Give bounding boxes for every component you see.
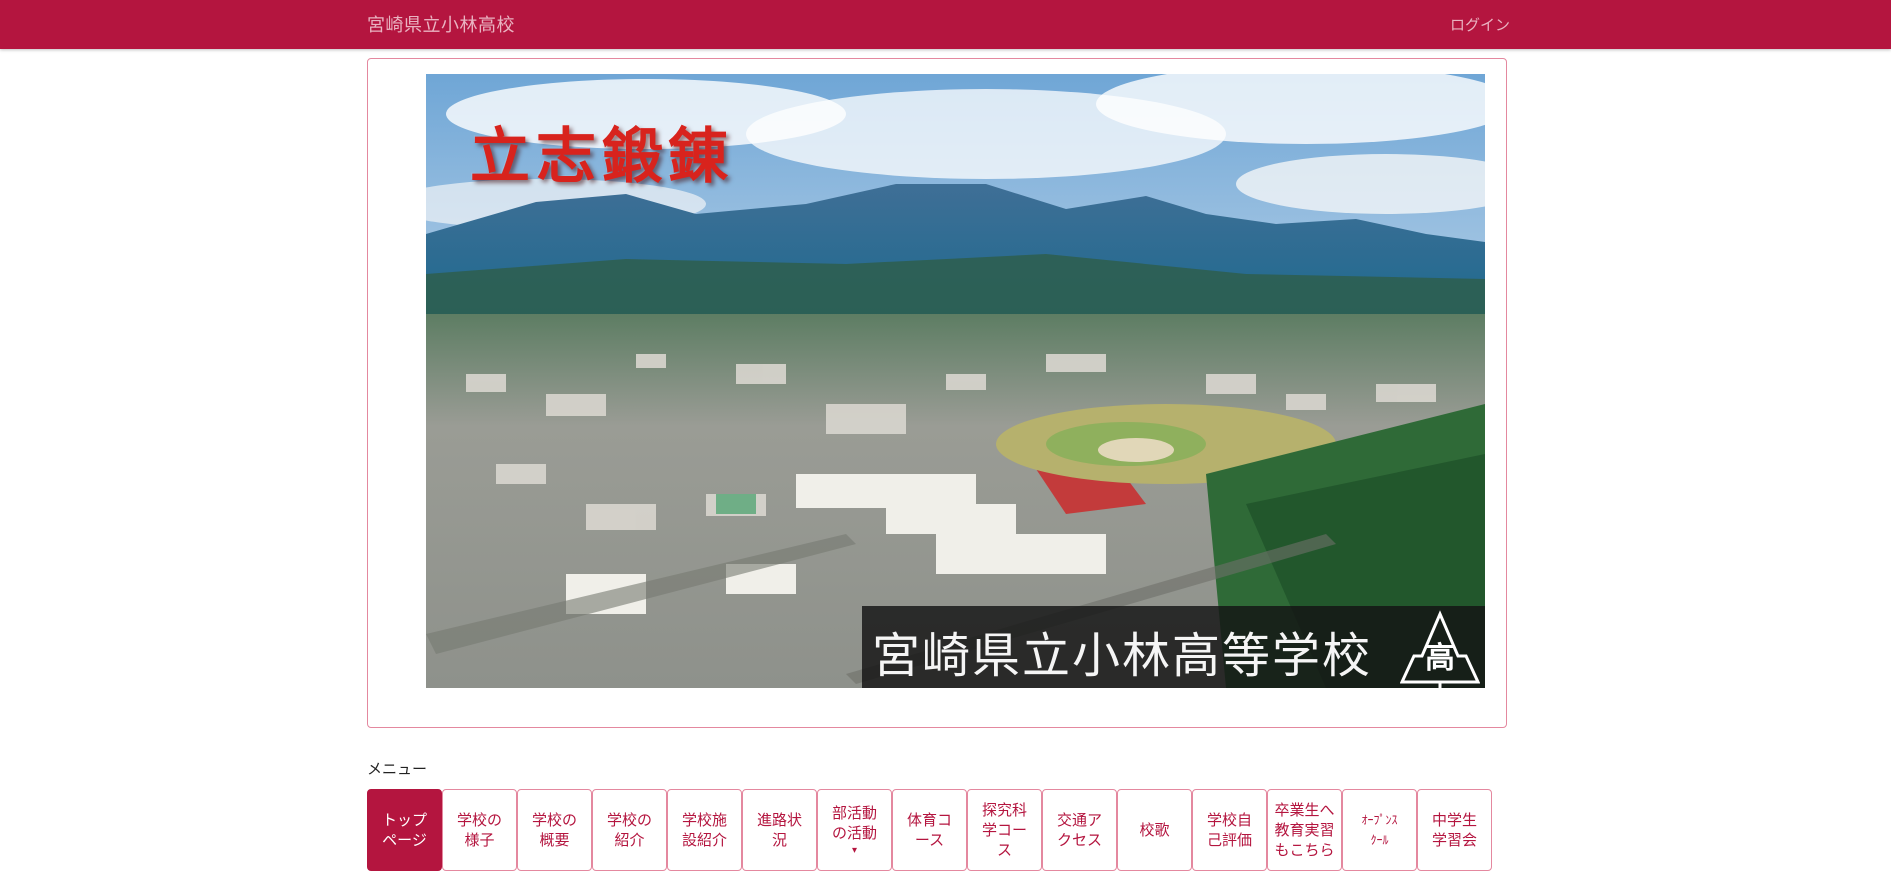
campus-aerial-photo: 立志鍛錬 宮崎県立小林高等学校 高: [426, 74, 1485, 688]
menu-item-label: 交通ア クセス: [1056, 811, 1102, 849]
menu-item-label: 学校の 概要: [531, 811, 577, 849]
school-name-text: 宮崎県立小林高等学校: [872, 628, 1373, 684]
dropdown-caret-icon: ▾: [851, 845, 858, 856]
top-navbar: 宮崎県立小林高校 ログイン: [0, 0, 1891, 49]
menu-item-1[interactable]: 学校の 様子: [442, 789, 517, 871]
school-emblem-icon: 高: [1400, 608, 1480, 688]
menu-item-label: 部活動 の活動: [831, 804, 877, 842]
menu-item-6[interactable]: 部活動 の活動 ▾: [817, 789, 892, 871]
menu-item-14[interactable]: 中学生 学習会: [1417, 789, 1492, 871]
login-link[interactable]: ログイン: [1450, 14, 1510, 35]
menu-item-label: トップ ページ: [381, 811, 427, 849]
menu-item-label: 探究科 学コー ス: [981, 801, 1027, 859]
menu-item-2[interactable]: 学校の 概要: [517, 789, 592, 871]
menu-item-label: 校歌: [1139, 821, 1170, 839]
menu-heading: メニュー: [367, 760, 428, 778]
menu-item-label: 学校施 設紹介: [681, 811, 727, 849]
menu-item-5[interactable]: 進路状 況: [742, 789, 817, 871]
menu-item-label: 進路状 況: [756, 811, 802, 849]
menu-item-10[interactable]: 校歌: [1117, 789, 1192, 871]
menu-item-8[interactable]: 探究科 学コー ス: [967, 789, 1042, 871]
main-menu: トップ ページ 学校の 様子 学校の 概要 学校の 紹介 学校施 設紹介 進路状 況部活動…: [367, 789, 1492, 871]
menu-item-label: 中学生 学習会: [1431, 811, 1477, 849]
emblem-glyph: 高: [1425, 641, 1455, 676]
school-name-plate: 宮崎県立小林高等学校 高: [862, 606, 1485, 688]
menu-item-7[interactable]: 体育コ ース: [892, 789, 967, 871]
menu-item-9[interactable]: 交通ア クセス: [1042, 789, 1117, 871]
menu-item-3[interactable]: 学校の 紹介: [592, 789, 667, 871]
banner-frame: 立志鍛錬 宮崎県立小林高等学校 高: [367, 58, 1507, 728]
menu-item-label: 体育コ ース: [906, 811, 952, 849]
menu-item-13[interactable]: ｵｰﾌﾟﾝｽ ｸｰﾙ: [1342, 789, 1417, 871]
menu-item-4[interactable]: 学校施 設紹介: [667, 789, 742, 871]
menu-item-label: ｵｰﾌﾟﾝｽ ｸｰﾙ: [1361, 813, 1398, 847]
site-title-link[interactable]: 宮崎県立小林高校: [367, 11, 515, 37]
menu-item-label: 学校の 紹介: [606, 811, 652, 849]
menu-item-12[interactable]: 卒業生へ 教育実習 もこちら: [1267, 789, 1342, 871]
motto-text: 立志鍛錬: [470, 122, 734, 192]
menu-item-label: 学校の 様子: [456, 811, 502, 849]
menu-item-11[interactable]: 学校自 己評価: [1192, 789, 1267, 871]
menu-item-label: 学校自 己評価: [1206, 811, 1252, 849]
menu-item-0[interactable]: トップ ページ: [367, 789, 442, 871]
menu-item-label: 卒業生へ 教育実習 もこちら: [1274, 801, 1335, 859]
